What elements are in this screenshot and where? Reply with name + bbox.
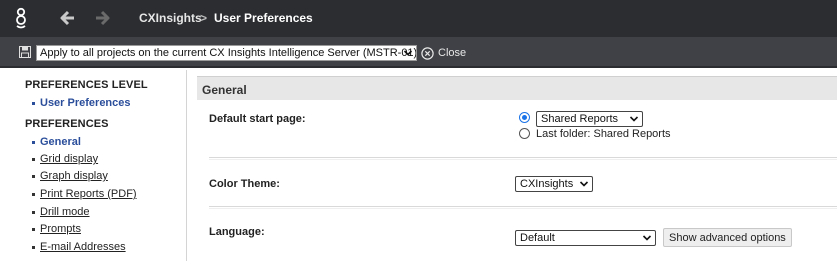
- sidebar-item-email-addresses[interactable]: E-mail Addresses: [32, 241, 126, 253]
- sidebar-item-user-preferences[interactable]: User Preferences: [32, 97, 131, 109]
- sidebar-item-label: Graph display: [40, 170, 108, 182]
- close-label: Close: [438, 47, 467, 59]
- start-page-select-value: Shared Reports: [541, 113, 619, 125]
- genesys-logo-icon[interactable]: [10, 6, 32, 30]
- divider: [209, 157, 837, 160]
- bullet: [32, 101, 35, 105]
- breadcrumb-home[interactable]: CXInsights: [139, 11, 202, 25]
- sidebar-item-drill-mode[interactable]: Drill mode: [32, 206, 90, 218]
- sidebar-item-prompts[interactable]: Prompts: [32, 223, 81, 235]
- bullet: [32, 157, 35, 161]
- breadcrumb-current: User Preferences: [214, 11, 313, 25]
- color-theme-select[interactable]: CXInsights: [515, 176, 593, 192]
- sidebar-item-label: E-mail Addresses: [40, 241, 126, 253]
- default-start-page-label: Default start page:: [209, 113, 306, 125]
- preferences-heading: PREFERENCES: [25, 118, 109, 130]
- arrow-right-icon[interactable]: [92, 8, 112, 28]
- section-title: General: [197, 76, 837, 100]
- language-select[interactable]: Default: [515, 230, 656, 246]
- show-advanced-options-button[interactable]: Show advanced options: [663, 228, 792, 247]
- bullet: [32, 227, 35, 231]
- preferences-sidebar: PREFERENCES LEVEL User Preferences PREFE…: [0, 70, 187, 261]
- bullet: [32, 192, 35, 196]
- top-bar: CXInsights > User Preferences: [0, 0, 837, 37]
- chevron-down-icon: [629, 116, 639, 122]
- last-folder-option-label: Last folder: Shared Reports: [536, 128, 671, 140]
- chevron-down-icon: [579, 181, 589, 187]
- start-page-radio-shared-reports[interactable]: [519, 112, 530, 123]
- sidebar-item-label: Prompts: [40, 223, 81, 235]
- sidebar-item-graph-display[interactable]: Graph display: [32, 170, 108, 182]
- apply-scope-value: Apply to all projects on the current CX …: [40, 47, 417, 59]
- preferences-level-heading: PREFERENCES LEVEL: [25, 79, 148, 91]
- close-circle-icon: [421, 46, 434, 60]
- color-theme-label: Color Theme:: [209, 178, 280, 190]
- sidebar-item-label: General: [40, 136, 81, 148]
- sidebar-item-label: Grid display: [40, 153, 99, 165]
- bullet: [32, 210, 35, 214]
- language-label: Language:: [209, 226, 265, 238]
- start-page-radio-last-folder[interactable]: [519, 128, 530, 139]
- preferences-content: General Default start page: Shared Repor…: [197, 76, 837, 261]
- sidebar-item-label: User Preferences: [40, 97, 131, 109]
- color-theme-value: CXInsights: [520, 178, 574, 190]
- bullet: [32, 174, 35, 178]
- divider: [209, 206, 837, 209]
- sidebar-item-label: Drill mode: [40, 206, 90, 218]
- sidebar-item-grid-display[interactable]: Grid display: [32, 153, 98, 165]
- language-value: Default: [520, 232, 555, 244]
- save-icon[interactable]: [19, 46, 31, 58]
- preferences-toolbar: Apply to all projects on the current CX …: [0, 37, 837, 68]
- chevron-down-icon: [642, 235, 652, 241]
- breadcrumb-separator: >: [200, 11, 208, 25]
- sidebar-item-label: Print Reports (PDF): [40, 188, 137, 200]
- bullet: [32, 245, 35, 249]
- sidebar-item-print-reports[interactable]: Print Reports (PDF): [32, 188, 137, 200]
- bullet: [32, 140, 35, 144]
- apply-scope-select[interactable]: Apply to all projects on the current CX …: [36, 45, 417, 61]
- start-page-select[interactable]: Shared Reports: [536, 111, 643, 127]
- sidebar-item-general[interactable]: General: [32, 136, 81, 148]
- chevron-down-icon: [403, 50, 413, 56]
- arrow-left-icon[interactable]: [58, 8, 78, 28]
- close-button[interactable]: Close: [421, 45, 466, 61]
